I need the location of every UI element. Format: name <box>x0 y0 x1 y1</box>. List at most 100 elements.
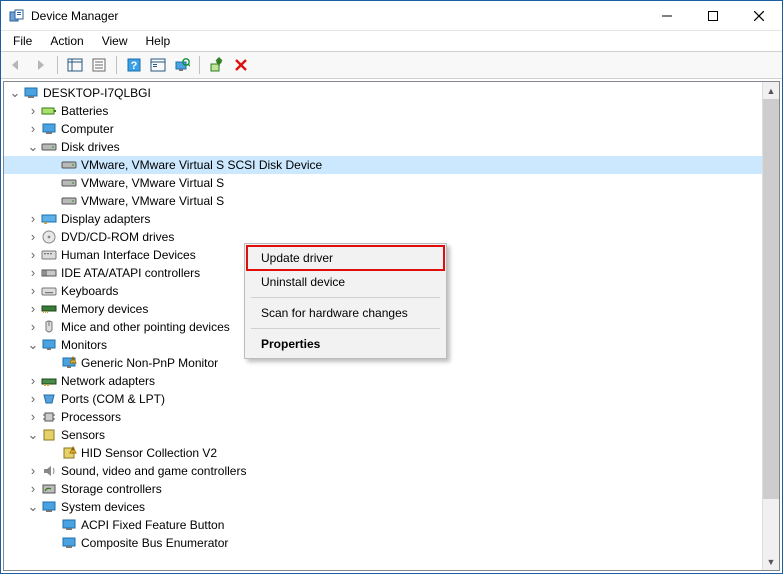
scroll-up-button[interactable]: ▲ <box>763 82 779 99</box>
chevron-right-icon[interactable]: › <box>26 284 40 298</box>
chevron-down-icon[interactable]: ⌄ <box>26 428 40 442</box>
disk-icon <box>61 175 77 191</box>
chevron-right-icon[interactable]: › <box>26 392 40 406</box>
scroll-track[interactable] <box>763 99 779 553</box>
category-system-devices[interactable]: ⌄ System devices <box>4 498 762 516</box>
disk-icon <box>61 157 77 173</box>
disk-icon <box>41 139 57 155</box>
chevron-right-icon[interactable]: › <box>26 266 40 280</box>
sensor-warning-icon: ! <box>61 445 77 461</box>
computer-icon <box>41 121 57 137</box>
chevron-right-icon[interactable]: › <box>26 122 40 136</box>
svg-text:!: ! <box>72 359 74 365</box>
close-button[interactable] <box>736 1 782 30</box>
device-manager-window: Device Manager File Action View Help ? <box>0 0 783 574</box>
minimize-button[interactable] <box>644 1 690 30</box>
device-hid-sensor[interactable]: ! HID Sensor Collection V2 <box>4 444 762 462</box>
scroll-thumb[interactable] <box>763 99 779 499</box>
menu-update-driver[interactable]: Update driver <box>247 246 444 270</box>
system-device-icon <box>61 517 77 533</box>
help-button[interactable]: ? <box>123 54 145 76</box>
category-network[interactable]: › Network adapters <box>4 372 762 390</box>
chevron-right-icon[interactable]: › <box>26 482 40 496</box>
category-sensors[interactable]: ⌄ Sensors <box>4 426 762 444</box>
chevron-down-icon[interactable]: ⌄ <box>26 140 40 154</box>
port-icon <box>41 391 57 407</box>
chevron-right-icon[interactable]: › <box>26 104 40 118</box>
category-display-adapters[interactable]: › Display adapters <box>4 210 762 228</box>
chevron-right-icon[interactable]: › <box>26 302 40 316</box>
chevron-down-icon[interactable]: ⌄ <box>26 500 40 514</box>
chevron-right-icon[interactable]: › <box>26 374 40 388</box>
device-vmware-disk-2[interactable]: VMware, VMware Virtual S <box>4 174 762 192</box>
back-button[interactable] <box>5 54 27 76</box>
window-title: Device Manager <box>31 9 644 23</box>
category-disk-drives[interactable]: ⌄ Disk drives <box>4 138 762 156</box>
ide-icon <box>41 265 57 281</box>
computer-icon <box>23 85 39 101</box>
category-processors[interactable]: › Processors <box>4 408 762 426</box>
scroll-down-button[interactable]: ▼ <box>763 553 779 570</box>
chevron-right-icon[interactable]: › <box>26 410 40 424</box>
chevron-right-icon[interactable]: › <box>26 212 40 226</box>
menu-separator <box>251 297 440 298</box>
monitor-icon <box>41 337 57 353</box>
category-batteries[interactable]: › Batteries <box>4 102 762 120</box>
menu-uninstall-device[interactable]: Uninstall device <box>247 270 444 294</box>
category-computer[interactable]: › Computer <box>4 120 762 138</box>
device-vmware-disk-1[interactable]: VMware, VMware Virtual S SCSI Disk Devic… <box>4 156 762 174</box>
device-composite-bus[interactable]: Composite Bus Enumerator <box>4 534 762 552</box>
toolbar: ? <box>1 51 782 79</box>
toolbar-separator <box>116 56 117 74</box>
toolbar-separator <box>199 56 200 74</box>
menubar: File Action View Help <box>1 31 782 51</box>
menu-view[interactable]: View <box>94 33 136 49</box>
toolbar-separator <box>57 56 58 74</box>
update-driver-button[interactable] <box>206 54 228 76</box>
scan-hardware-button[interactable] <box>171 54 193 76</box>
system-device-icon <box>61 535 77 551</box>
chevron-right-icon[interactable]: › <box>26 230 40 244</box>
device-vmware-disk-3[interactable]: VMware, VMware Virtual S <box>4 192 762 210</box>
show-hide-console-button[interactable] <box>64 54 86 76</box>
root-node[interactable]: ⌄ DESKTOP-I7QLBGI <box>4 84 762 102</box>
chevron-right-icon[interactable]: › <box>26 464 40 478</box>
mouse-icon <box>41 319 57 335</box>
processor-icon <box>41 409 57 425</box>
storage-controller-icon <box>41 481 57 497</box>
maximize-button[interactable] <box>690 1 736 30</box>
display-adapter-icon <box>41 211 57 227</box>
window-controls <box>644 1 782 30</box>
keyboard-icon <box>41 283 57 299</box>
hid-icon <box>41 247 57 263</box>
svg-text:?: ? <box>131 60 138 72</box>
device-acpi-button[interactable]: ACPI Fixed Feature Button <box>4 516 762 534</box>
vertical-scrollbar[interactable]: ▲ ▼ <box>762 82 779 570</box>
svg-text:!: ! <box>72 449 74 455</box>
sensor-icon <box>41 427 57 443</box>
menu-file[interactable]: File <box>5 33 40 49</box>
menu-scan-hardware[interactable]: Scan for hardware changes <box>247 301 444 325</box>
app-icon <box>9 8 25 24</box>
action-button[interactable] <box>147 54 169 76</box>
chevron-down-icon[interactable]: ⌄ <box>26 338 40 352</box>
disk-icon <box>61 193 77 209</box>
menu-action[interactable]: Action <box>42 33 91 49</box>
chevron-down-icon[interactable]: ⌄ <box>8 86 22 100</box>
menu-help[interactable]: Help <box>138 33 179 49</box>
system-device-icon <box>41 499 57 515</box>
properties-button[interactable] <box>88 54 110 76</box>
network-icon <box>41 373 57 389</box>
forward-button[interactable] <box>29 54 51 76</box>
uninstall-button[interactable] <box>230 54 252 76</box>
sound-icon <box>41 463 57 479</box>
chevron-right-icon[interactable]: › <box>26 320 40 334</box>
category-ports[interactable]: › Ports (COM & LPT) <box>4 390 762 408</box>
category-storage[interactable]: › Storage controllers <box>4 480 762 498</box>
chevron-right-icon[interactable]: › <box>26 248 40 262</box>
titlebar: Device Manager <box>1 1 782 31</box>
device-tree-pane: ⌄ DESKTOP-I7QLBGI › Batteries › Computer… <box>3 81 780 571</box>
category-sound[interactable]: › Sound, video and game controllers <box>4 462 762 480</box>
context-menu: Update driver Uninstall device Scan for … <box>244 243 447 359</box>
menu-properties[interactable]: Properties <box>247 332 444 356</box>
